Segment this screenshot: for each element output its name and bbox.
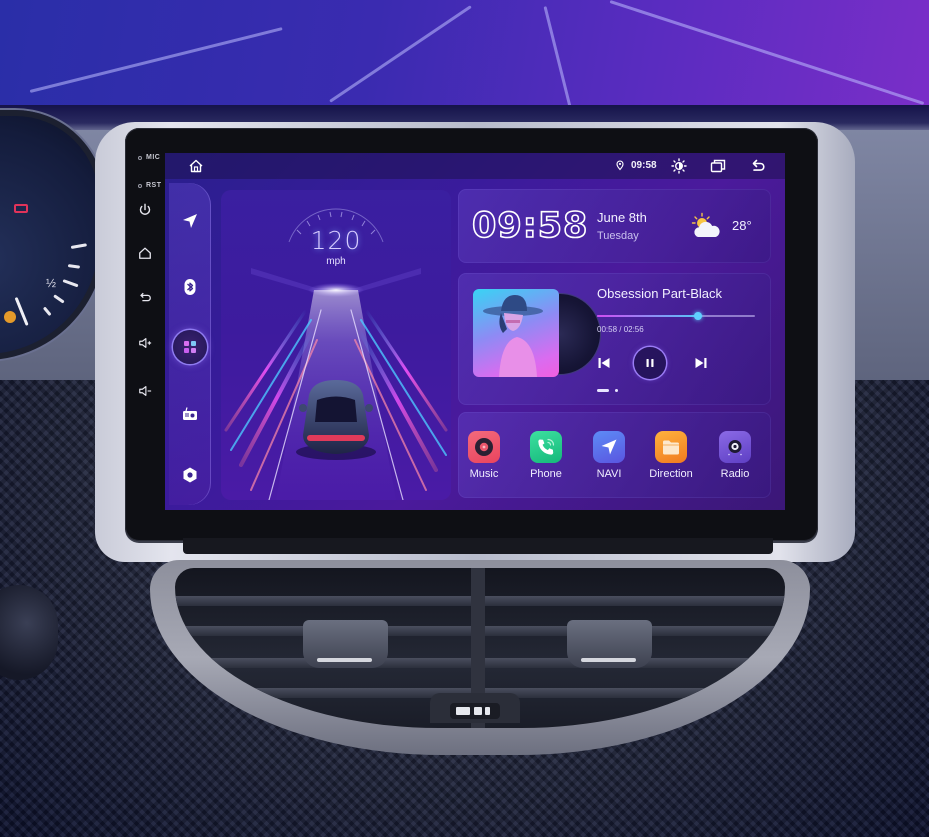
volume-up-icon bbox=[139, 338, 152, 348]
power-icon bbox=[139, 203, 151, 215]
bluetooth-icon bbox=[184, 279, 196, 295]
folder-icon bbox=[663, 440, 679, 455]
temperature: 28° bbox=[732, 218, 752, 233]
status-bar: 09:58 bbox=[165, 153, 785, 179]
settings-icon bbox=[183, 467, 197, 483]
progress-fill bbox=[597, 315, 699, 317]
app-direction[interactable]: Direction bbox=[641, 431, 701, 480]
album-art[interactable] bbox=[473, 289, 559, 377]
app-label: NAVI bbox=[596, 468, 622, 480]
fuel-half-label: ½ bbox=[46, 276, 57, 290]
page-dot-active bbox=[597, 389, 609, 392]
vent-tab-left[interactable] bbox=[303, 620, 388, 668]
app-phone[interactable]: Phone bbox=[516, 431, 576, 480]
statusbar-time: 09:58 bbox=[631, 160, 657, 171]
app-navi[interactable]: NAVI bbox=[579, 431, 639, 480]
radio-icon bbox=[183, 407, 197, 420]
music-disc-icon bbox=[475, 438, 493, 456]
location-status bbox=[614, 159, 626, 171]
pause-button[interactable] bbox=[634, 347, 666, 379]
statusbar-back-button[interactable] bbox=[750, 158, 766, 174]
hw-volume-down-button[interactable] bbox=[137, 383, 153, 399]
brightness-icon bbox=[671, 158, 687, 174]
home-icon bbox=[139, 247, 151, 259]
navigation-arrow-icon bbox=[183, 214, 197, 228]
app-icon-bg bbox=[655, 431, 687, 463]
back-icon bbox=[752, 159, 765, 171]
clock-weather-widget[interactable]: 09:58 June 8th Tuesday 28° bbox=[458, 189, 771, 263]
speed-unit: mph bbox=[326, 256, 346, 267]
skip-previous-icon bbox=[598, 358, 610, 368]
hazard-switch[interactable] bbox=[430, 693, 520, 723]
statusbar-home-button[interactable] bbox=[188, 158, 204, 174]
battery-warning-icon bbox=[14, 204, 28, 213]
dock-radio-button[interactable] bbox=[175, 399, 205, 429]
speed-value: 120 bbox=[310, 226, 362, 255]
hw-home-button[interactable] bbox=[137, 245, 153, 261]
next-track-button[interactable] bbox=[694, 356, 708, 370]
head-unit-chin bbox=[183, 538, 773, 554]
infotainment-screen: 09:58 120 mph 09:58 June 8th Tuesday 28°… bbox=[165, 153, 785, 510]
hw-volume-up-button[interactable] bbox=[137, 335, 153, 351]
mic-label: MIC bbox=[146, 154, 161, 161]
clock-time: 09:58 bbox=[471, 205, 589, 247]
app-label: Music bbox=[469, 468, 499, 480]
navigation-arrow-icon bbox=[601, 439, 617, 455]
warning-light-icon bbox=[4, 311, 16, 323]
app-icon-bg bbox=[530, 431, 562, 463]
music-widget: Obsession Part-Black 00:58 / 02:56 bbox=[458, 273, 771, 405]
skip-next-icon bbox=[695, 358, 707, 368]
app-label: Radio bbox=[720, 468, 750, 480]
partly-cloudy-icon bbox=[691, 212, 720, 237]
hw-power-button[interactable] bbox=[137, 202, 153, 218]
app-icon-bg bbox=[593, 431, 625, 463]
dock-apps-button[interactable] bbox=[173, 330, 207, 364]
app-radio[interactable]: Radio bbox=[705, 431, 765, 480]
app-icon-bg bbox=[468, 431, 500, 463]
rst-label[interactable]: RST bbox=[146, 182, 162, 189]
dock-navigation-button[interactable] bbox=[175, 206, 205, 236]
app-music[interactable]: Music bbox=[454, 431, 514, 480]
song-title: Obsession Part-Black bbox=[597, 286, 722, 301]
hw-back-button[interactable] bbox=[137, 290, 153, 306]
windshield-road-view bbox=[0, 0, 929, 120]
recent-apps-icon bbox=[710, 159, 726, 173]
page-dot bbox=[615, 389, 618, 392]
progress-bar[interactable] bbox=[597, 312, 755, 320]
back-icon bbox=[140, 292, 151, 302]
dock-bluetooth-button[interactable] bbox=[175, 272, 205, 302]
progress-handle[interactable] bbox=[694, 312, 703, 320]
app-grid-icon bbox=[184, 341, 196, 353]
app-icon-bg bbox=[719, 431, 751, 463]
app-label: Phone bbox=[530, 468, 562, 480]
reset-indicator bbox=[138, 184, 142, 188]
vent-tab-right[interactable] bbox=[567, 620, 652, 668]
side-dock bbox=[169, 183, 211, 505]
recent-apps-button[interactable] bbox=[710, 158, 726, 174]
volume-down-icon bbox=[139, 386, 152, 396]
app-label: Direction bbox=[649, 468, 693, 480]
speedometer-panel: 120 mph bbox=[221, 190, 451, 500]
playback-time: 00:58 / 02:56 bbox=[597, 325, 644, 334]
mic-indicator bbox=[138, 156, 142, 160]
dock-settings-button[interactable] bbox=[175, 460, 205, 490]
previous-track-button[interactable] bbox=[597, 356, 611, 370]
clock-date: June 8th bbox=[597, 210, 647, 225]
home-icon bbox=[189, 159, 203, 173]
clock-weekday: Tuesday bbox=[597, 230, 639, 242]
radio-speaker-icon bbox=[728, 440, 742, 456]
pause-icon bbox=[646, 359, 654, 367]
brightness-button[interactable] bbox=[671, 158, 687, 174]
album-portrait bbox=[483, 295, 543, 377]
location-pin-icon bbox=[616, 160, 624, 171]
app-shortcuts: Music Phone NAVI Direction Radio bbox=[458, 412, 771, 498]
phone-icon bbox=[538, 438, 555, 455]
